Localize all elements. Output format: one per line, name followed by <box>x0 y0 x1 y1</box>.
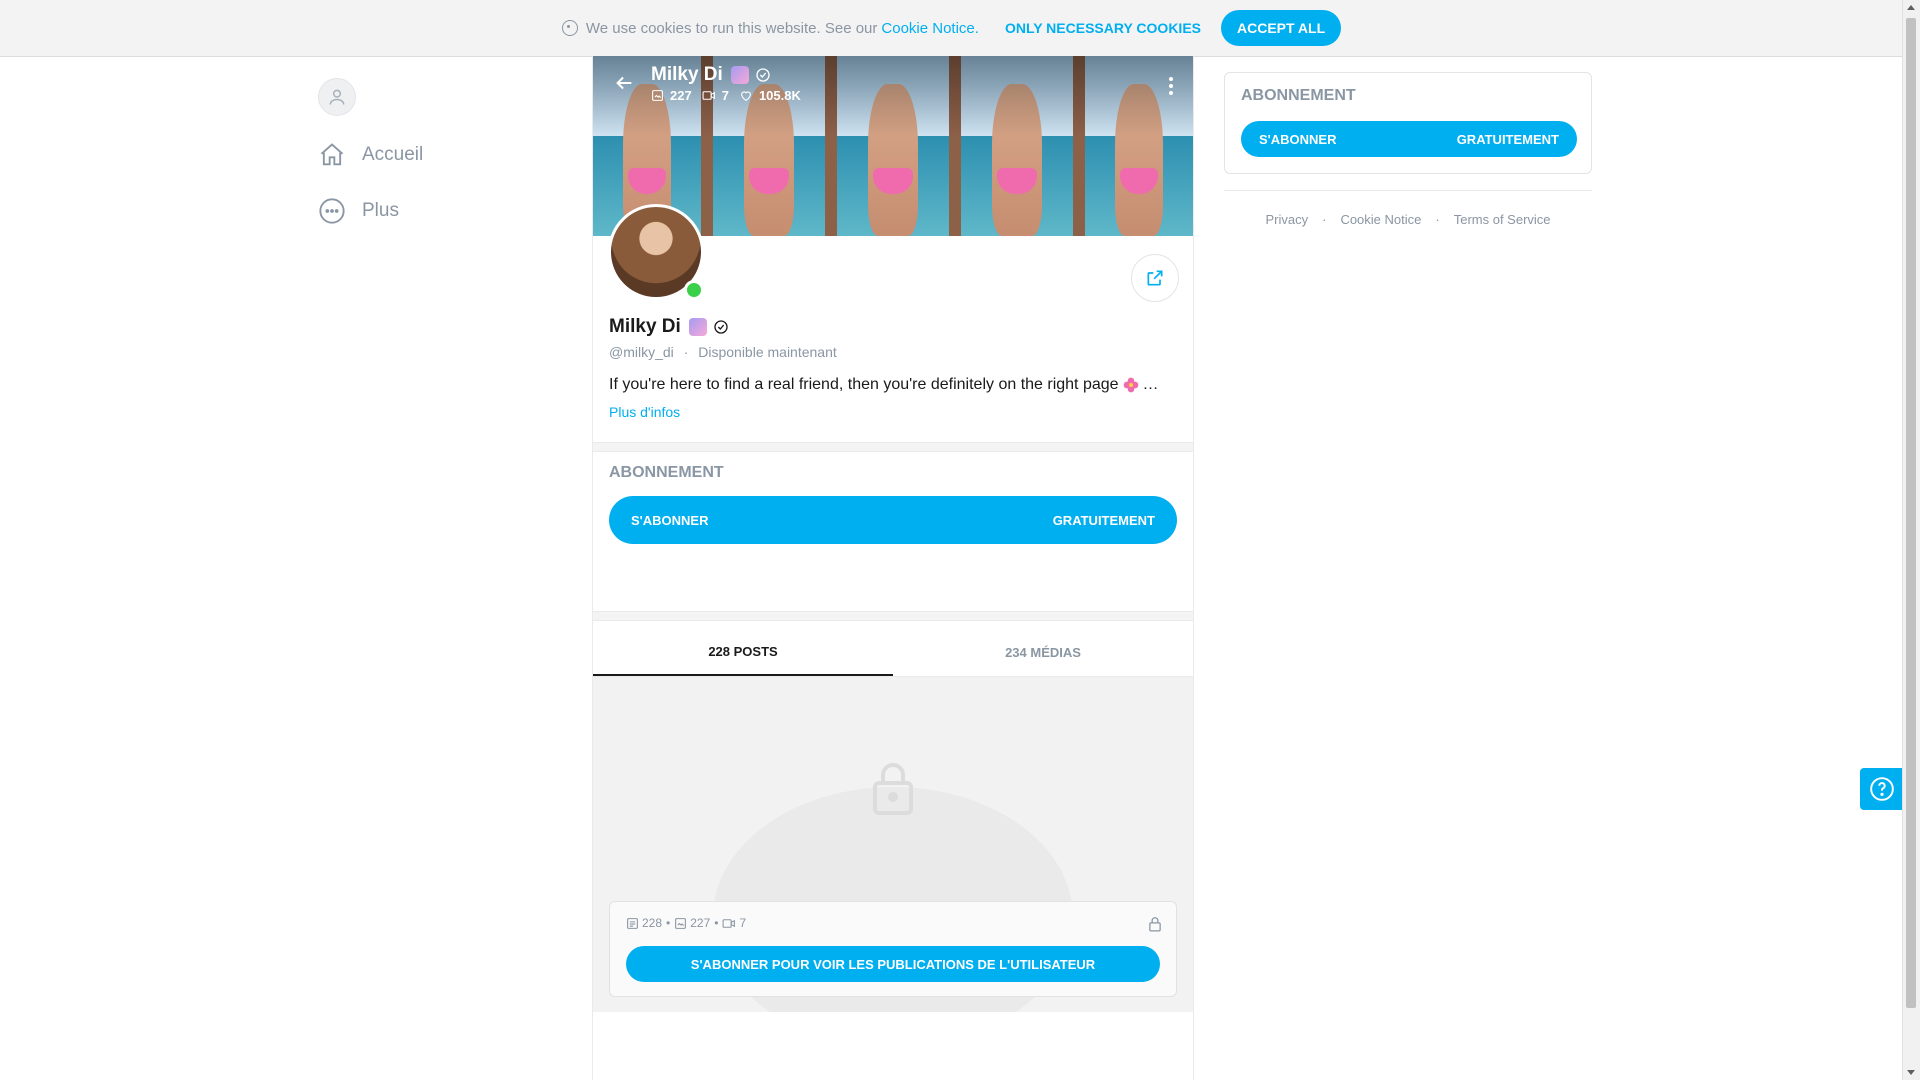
cookie-notice-footer-link[interactable]: Cookie Notice <box>1340 212 1421 227</box>
online-status-indicator <box>684 280 704 300</box>
footer-separator: · <box>1435 212 1440 227</box>
right-subscription-title: ABONNEMENT <box>1241 87 1356 104</box>
subscribe-label: S'ABONNER <box>1259 131 1337 147</box>
locked-videos-count: 7 <box>739 916 747 930</box>
scrollbar-thumb[interactable] <box>1906 18 1916 1008</box>
home-icon <box>320 143 344 166</box>
videos-count: 7 <box>721 88 729 103</box>
more-info-link[interactable]: Plus d'infos <box>609 404 1179 420</box>
right-subscribe-button[interactable]: S'ABONNER GRATUITEMENT <box>1241 121 1577 157</box>
sidebar-item-home[interactable]: Accueil <box>318 138 568 172</box>
only-necessary-cookies-button[interactable]: ONLY NECESSARY COOKIES <box>1005 20 1201 36</box>
terms-of-service-link[interactable]: Terms of Service <box>1454 212 1551 227</box>
more-options-icon[interactable] <box>1169 74 1175 98</box>
likes-count: 105.8K <box>758 88 801 103</box>
unicorn-emoji-icon <box>730 66 749 84</box>
scrollbar[interactable] <box>1902 0 1920 1080</box>
image-icon <box>652 90 663 101</box>
video-icon <box>723 918 736 928</box>
locked-posts-area: 228 • 227 • 7 S'ABONNER POUR VOIR LES PU… <box>593 677 1193 1012</box>
post-icon <box>627 917 638 929</box>
sidebar-item-more[interactable]: Plus <box>318 194 568 228</box>
tab-media[interactable]: 234 MÉDIAS <box>893 628 1193 676</box>
share-button[interactable] <box>1131 254 1179 302</box>
help-icon <box>1869 777 1894 801</box>
cookie-icon <box>561 20 578 36</box>
cover-header: Milky Di 227 7 105.8K <box>613 64 811 103</box>
locked-photos-count: 227 <box>690 916 711 930</box>
help-button[interactable] <box>1860 768 1903 810</box>
right-subscription-card: ABONNEMENT S'ABONNER GRATUITEMENT <box>1224 72 1592 174</box>
profile-info: Milky Di @milky_di · Disponible maintena… <box>609 316 1179 420</box>
lock-icon <box>873 763 913 815</box>
back-arrow-icon[interactable] <box>613 72 635 94</box>
cookie-banner-text: We use cookies to run this website. See … <box>585 19 878 37</box>
photos-count: 227 <box>670 88 692 103</box>
subscription-section: ABONNEMENT S'ABONNER GRATUITEMENT <box>609 464 1177 544</box>
sidebar: Accueil Plus <box>318 78 568 228</box>
profile-bio: If you're here to find a real friend, th… <box>609 376 1119 393</box>
flower-emoji-icon <box>1123 377 1138 393</box>
section-divider <box>593 442 1193 452</box>
profile-handle: @milky_di <box>609 344 674 360</box>
user-avatar[interactable] <box>318 78 356 116</box>
sidebar-item-label: Accueil <box>362 144 424 165</box>
privacy-link[interactable]: Privacy <box>1265 212 1308 227</box>
cover-profile-name: Milky Di <box>651 64 723 85</box>
scroll-up-icon[interactable] <box>1907 5 1915 10</box>
unicorn-emoji-icon <box>688 318 707 336</box>
locked-posts-count: 228 <box>642 916 663 930</box>
bio-ellipsis: … <box>1142 376 1159 393</box>
video-icon <box>702 91 715 100</box>
section-divider <box>593 611 1193 621</box>
verified-icon <box>714 320 728 334</box>
subscribe-price: GRATUITEMENT <box>1052 512 1155 528</box>
scroll-down-icon[interactable] <box>1907 1070 1915 1075</box>
accept-all-button[interactable]: ACCEPT ALL <box>1221 10 1342 46</box>
cover-image[interactable]: Milky Di 227 7 105.8K <box>593 56 1193 236</box>
cookie-notice-link[interactable]: Cookie Notice. <box>881 20 979 37</box>
share-icon <box>1147 270 1163 286</box>
profile-tabs: 228 POSTS 234 MÉDIAS <box>593 628 1193 677</box>
footer-links: Privacy · Cookie Notice · Terms of Servi… <box>1224 212 1592 227</box>
more-horizontal-icon <box>319 198 345 224</box>
profile-main: Milky Di 227 7 105.8K Milky Di @milky_di… <box>592 56 1194 1080</box>
locked-content-card: 228 • 227 • 7 S'ABONNER POUR VOIR LES PU… <box>609 901 1177 997</box>
cookie-banner: We use cookies to run this website. See … <box>0 0 1903 57</box>
availability-status: Disponible maintenant <box>698 344 837 360</box>
heart-icon <box>741 91 751 102</box>
subscribe-price: GRATUITEMENT <box>1456 131 1559 147</box>
footer-separator: · <box>1322 212 1327 227</box>
tab-posts[interactable]: 228 POSTS <box>593 628 893 676</box>
subscribe-button[interactable]: S'ABONNER GRATUITEMENT <box>609 496 1177 544</box>
sidebar-item-label: Plus <box>362 200 399 221</box>
profile-name: Milky Di <box>609 316 681 337</box>
lock-icon <box>1149 917 1161 932</box>
user-icon <box>329 89 345 105</box>
verified-icon <box>756 68 770 82</box>
subscription-title: ABONNEMENT <box>609 464 724 481</box>
right-divider <box>1224 190 1592 191</box>
subscribe-to-view-button[interactable]: S'ABONNER POUR VOIR LES PUBLICATIONS DE … <box>626 946 1160 982</box>
image-icon <box>675 917 687 929</box>
subscribe-label: S'ABONNER <box>631 512 709 528</box>
